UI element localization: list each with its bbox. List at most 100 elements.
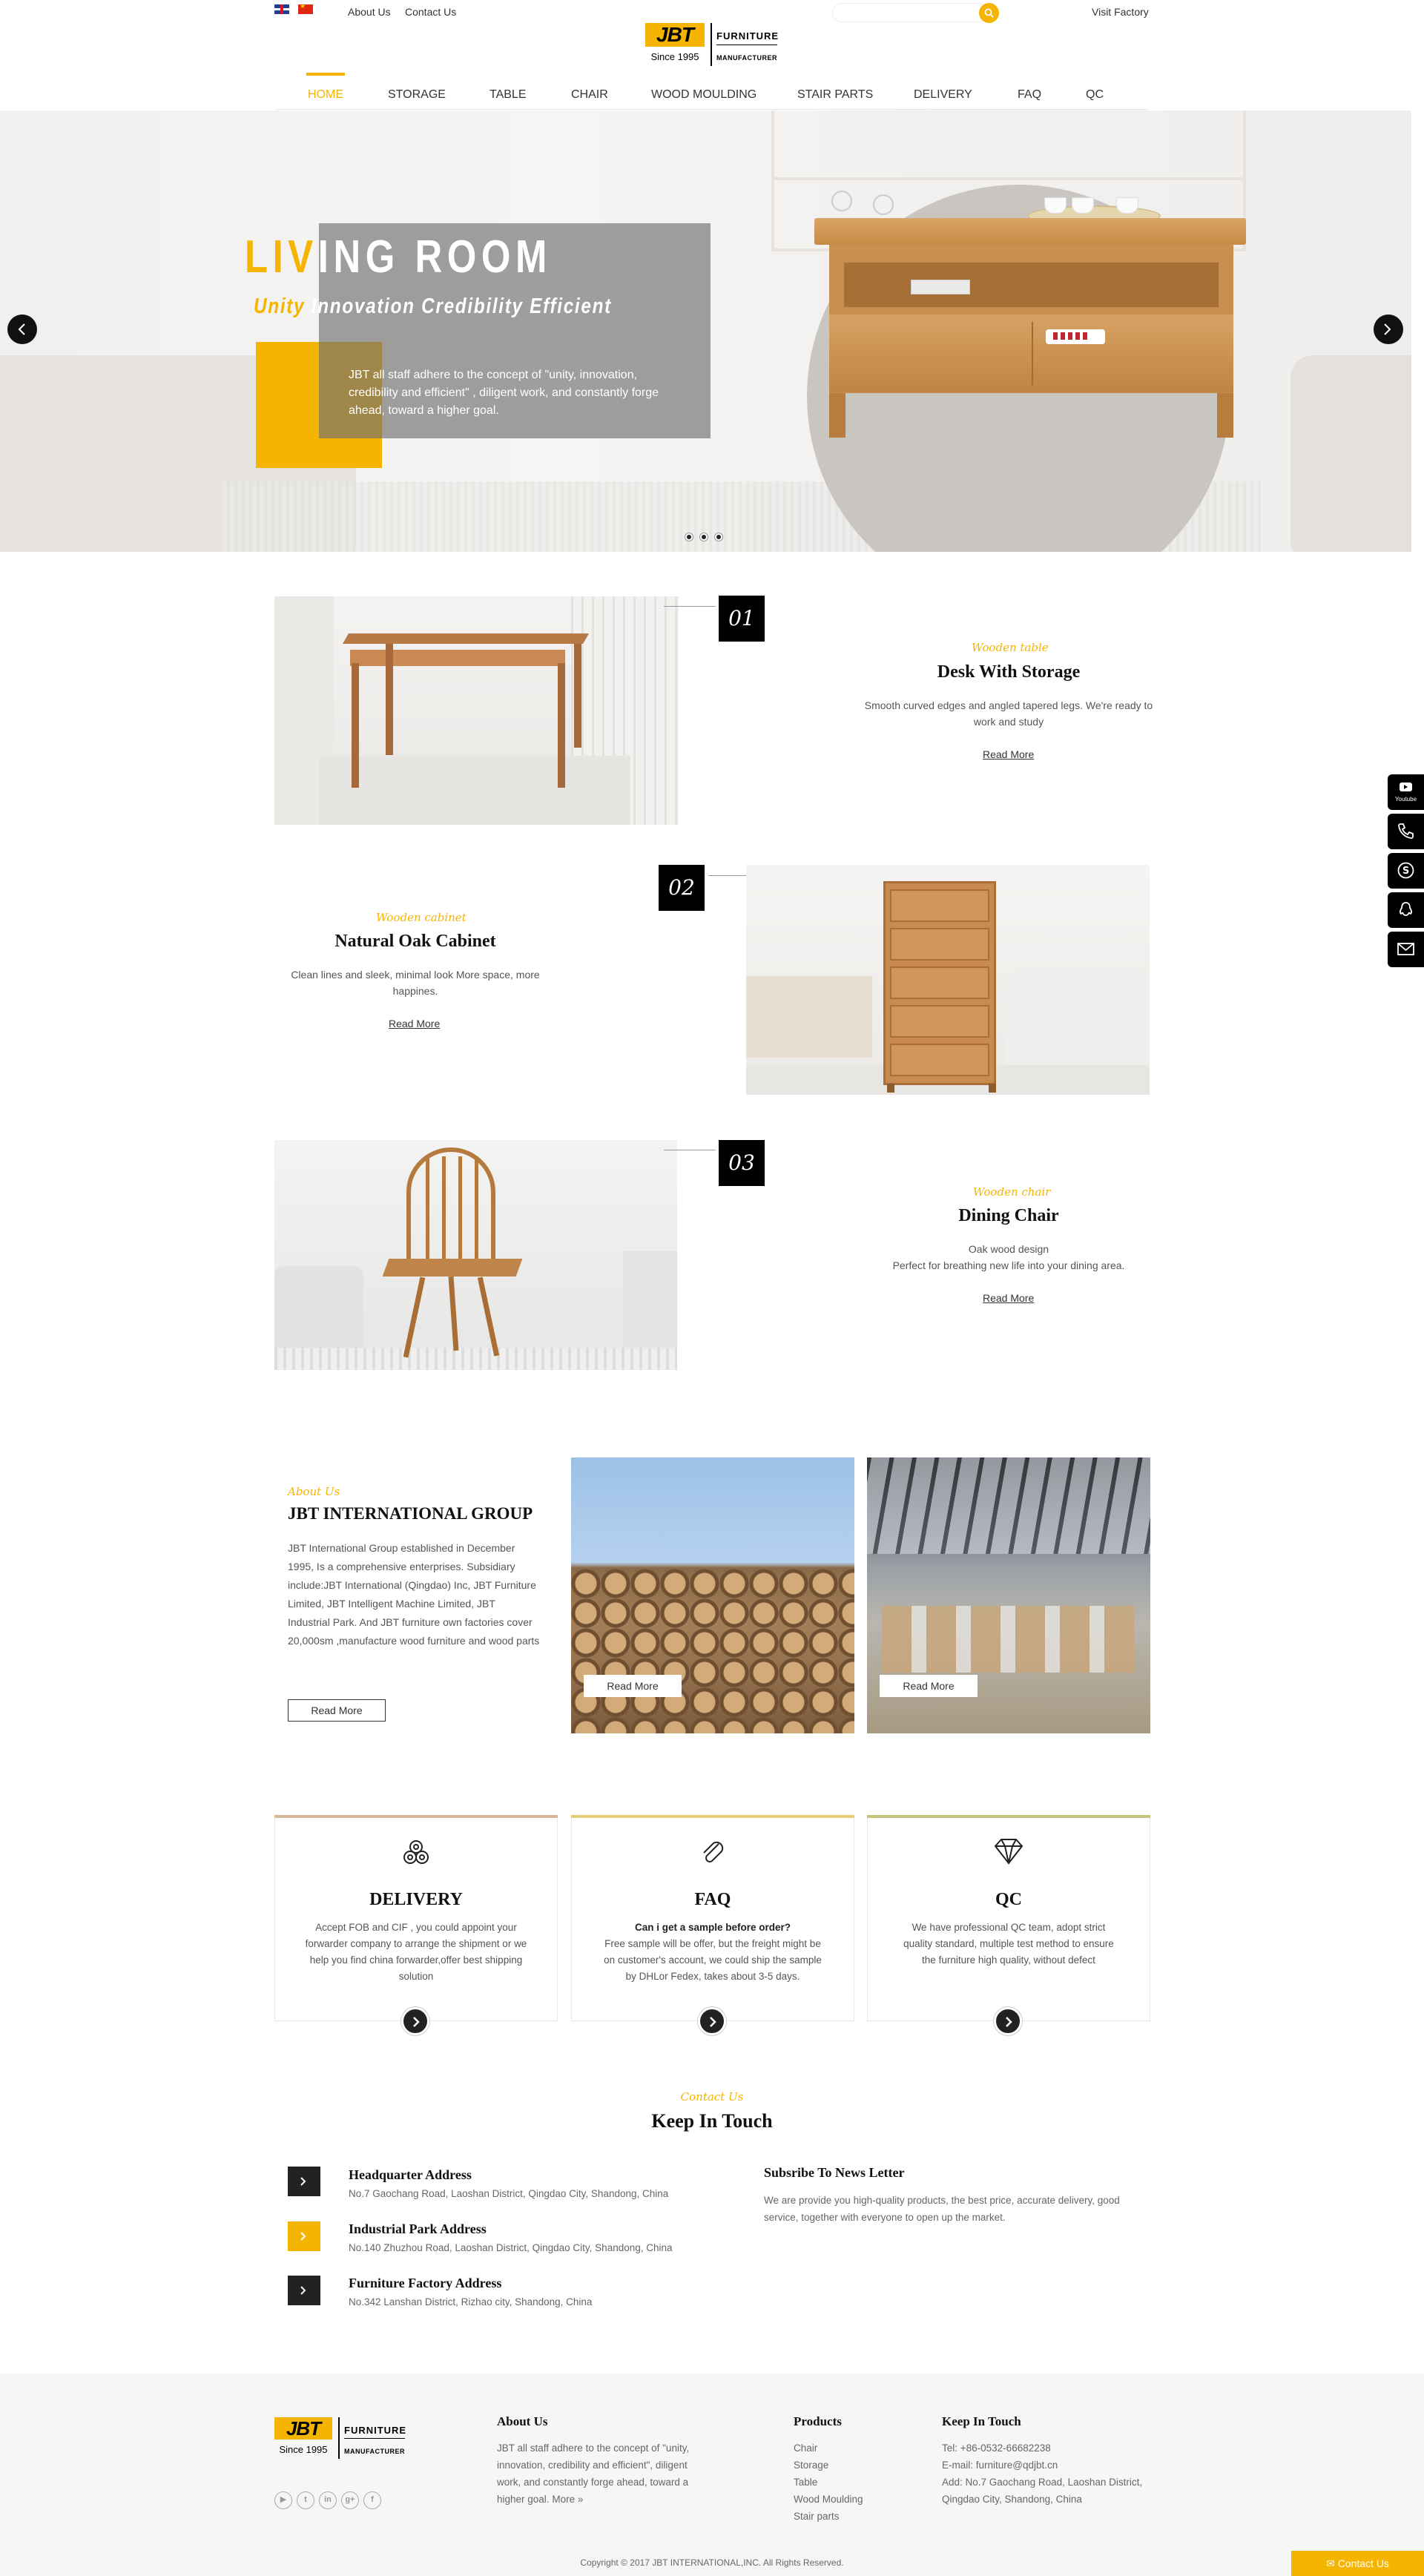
chevron-left-icon	[18, 323, 25, 335]
product-read-more-03[interactable]: Read More	[983, 1292, 1034, 1304]
contact-script: Contact Us	[680, 2090, 744, 2104]
about-us-link[interactable]: About Us	[348, 6, 391, 18]
chevron-right-icon	[300, 2232, 306, 2241]
hero-description: JBT all staff adhere to the concept of "…	[349, 369, 659, 417]
hero-slider[interactable]: LIVING ROOM Unity Innovation Credibility…	[0, 111, 1411, 552]
chair-image[interactable]	[274, 1140, 677, 1370]
chevron-right-icon	[413, 2017, 420, 2027]
search-icon	[984, 8, 994, 18]
faq-title: FAQ	[694, 1890, 731, 1909]
youtube-icon	[1400, 783, 1412, 791]
footer-tel: Tel: +86-0532-66682238	[942, 2442, 1051, 2454]
about-text: JBT International Group established in D…	[288, 1542, 540, 1647]
product-desc-03-line2: Perfect for breathing new life into your…	[892, 1259, 1125, 1271]
headquarter-address-title: Headquarter Address	[349, 2167, 472, 2182]
footer-more-link[interactable]: More »	[552, 2494, 583, 2505]
delivery-arrow-button[interactable]	[401, 2007, 429, 2035]
footer-product-link[interactable]: Wood Moulding	[794, 2494, 863, 2505]
contact-title: Keep In Touch	[651, 2110, 773, 2132]
search-input[interactable]	[833, 4, 959, 22]
hero-prev-button[interactable]	[7, 314, 37, 344]
diamond-icon	[994, 1839, 1024, 1865]
youtube-icon[interactable]: ▶	[274, 2491, 292, 2509]
phone-icon	[1398, 823, 1414, 839]
footer-about-title: About Us	[497, 2414, 548, 2428]
english-flag-icon[interactable]	[274, 4, 289, 14]
email-icon	[1397, 943, 1414, 955]
product-script-02: Wooden cabinet	[376, 911, 467, 924]
site-logo[interactable]: JBT Since 1995 FURNITURE MANUFACTURER	[645, 23, 779, 67]
delivery-title: DELIVERY	[369, 1890, 463, 1909]
nav-table[interactable]: TABLE	[490, 73, 527, 110]
hero-subtitle: Unity Innovation Credibility Efficient	[254, 294, 612, 318]
nav-chair[interactable]: CHAIR	[571, 73, 608, 110]
sidebar-phone-button[interactable]	[1388, 814, 1424, 849]
nav-qc[interactable]: QC	[1086, 73, 1104, 110]
industrial-park-address-title: Industrial Park Address	[349, 2221, 487, 2236]
about-script: About Us	[288, 1485, 340, 1498]
qq-icon	[1400, 902, 1412, 916]
newsletter-text: We are provide you high-quality products…	[764, 2195, 1120, 2223]
faq-arrow-button[interactable]	[698, 2007, 726, 2035]
footer-product-link[interactable]: Stair parts	[794, 2511, 840, 2522]
footer-product-link[interactable]: Chair	[794, 2442, 817, 2454]
qc-title: QC	[995, 1890, 1022, 1909]
factory-warehouse-image[interactable]: Read More	[867, 1457, 1150, 1733]
hero-next-button[interactable]	[1374, 314, 1403, 344]
twitter-icon[interactable]: t	[297, 2491, 314, 2509]
chevron-right-icon	[1006, 2017, 1012, 2027]
industrial-park-address-button[interactable]	[288, 2221, 320, 2251]
sidebar-youtube-button[interactable]: Youtube	[1388, 774, 1424, 810]
slide-dot-2[interactable]	[700, 533, 708, 541]
faq-card: FAQ Can i get a sample before order? Free…	[571, 1815, 854, 2021]
slide-dot-3[interactable]	[715, 533, 722, 541]
nav-storage[interactable]: STORAGE	[388, 73, 446, 110]
desk-image[interactable]	[274, 596, 679, 825]
about-read-more-button[interactable]: Read More	[288, 1699, 386, 1722]
footer-product-link[interactable]: Table	[794, 2477, 817, 2488]
sidebar-email-button[interactable]	[1388, 932, 1424, 967]
factory-address-title: Furniture Factory Address	[349, 2276, 502, 2290]
facebook-icon[interactable]: f	[363, 2491, 381, 2509]
search-button[interactable]	[979, 3, 999, 23]
footer-logo-since: Since 1995	[279, 2444, 328, 2455]
footer-logo-word-manufacturer: MANUFACTURER	[344, 2448, 405, 2455]
nav-wood-moulding[interactable]: WOOD MOULDING	[651, 73, 756, 110]
qc-text: We have professional QC team, adopt stri…	[903, 1922, 1114, 1966]
sidebar-qq-button[interactable]	[1388, 892, 1424, 928]
nav-home[interactable]: HOME	[306, 73, 345, 110]
product-desc-02: Clean lines and sleek, minimal look More…	[291, 969, 540, 997]
nav-faq[interactable]: FAQ	[1018, 73, 1041, 110]
timber-logs-image[interactable]: Read More	[571, 1457, 854, 1733]
product-read-more-01[interactable]: Read More	[983, 748, 1034, 760]
contact-us-tab[interactable]: ✉ Contact Us	[1291, 2551, 1424, 2576]
googleplus-icon[interactable]: g+	[341, 2491, 359, 2509]
slide-dot-1[interactable]	[685, 533, 693, 541]
sidebar-skype-button[interactable]: S	[1388, 853, 1424, 889]
linkedin-icon[interactable]: in	[319, 2491, 337, 2509]
copyright: Copyright © 2017 JBT INTERNATIONAL,INC. …	[580, 2557, 844, 2568]
visit-factory-link[interactable]: Visit Factory	[1092, 6, 1149, 18]
headquarter-address-button[interactable]	[288, 2167, 320, 2196]
product-number-02: 02	[659, 865, 705, 911]
timber-read-more-button[interactable]: Read More	[584, 1675, 682, 1697]
nav-delivery[interactable]: DELIVERY	[914, 73, 972, 110]
cabinet-image[interactable]	[746, 865, 1150, 1095]
product-read-more-02[interactable]: Read More	[389, 1018, 440, 1030]
footer-product-link[interactable]: Storage	[794, 2460, 828, 2471]
footer-about-text: JBT all staff adhere to the concept of "…	[497, 2442, 690, 2505]
newsletter-title: Subsribe To News Letter	[764, 2165, 905, 2180]
chinese-flag-icon[interactable]	[298, 2, 313, 14]
footer-touch-title: Keep In Touch	[942, 2414, 1021, 2428]
nav-stair-parts[interactable]: STAIR PARTS	[797, 73, 873, 110]
product-title-03: Dining Chair	[958, 1206, 1059, 1225]
footer-logo[interactable]: JBT Since 1995 FURNITURE MANUFACTURER	[274, 2417, 408, 2462]
factory-address-button[interactable]	[288, 2276, 320, 2305]
contact-us-link[interactable]: Contact Us	[405, 6, 456, 18]
qc-arrow-button[interactable]	[994, 2007, 1022, 2035]
search-field[interactable]	[832, 3, 988, 22]
product-desc-03-line1: Oak wood design	[968, 1243, 1049, 1255]
industrial-park-address-text: No.140 Zhuzhou Road, Laoshan District, Q…	[349, 2242, 673, 2253]
factory-read-more-button[interactable]: Read More	[880, 1675, 978, 1697]
chevron-right-icon	[1384, 323, 1391, 335]
